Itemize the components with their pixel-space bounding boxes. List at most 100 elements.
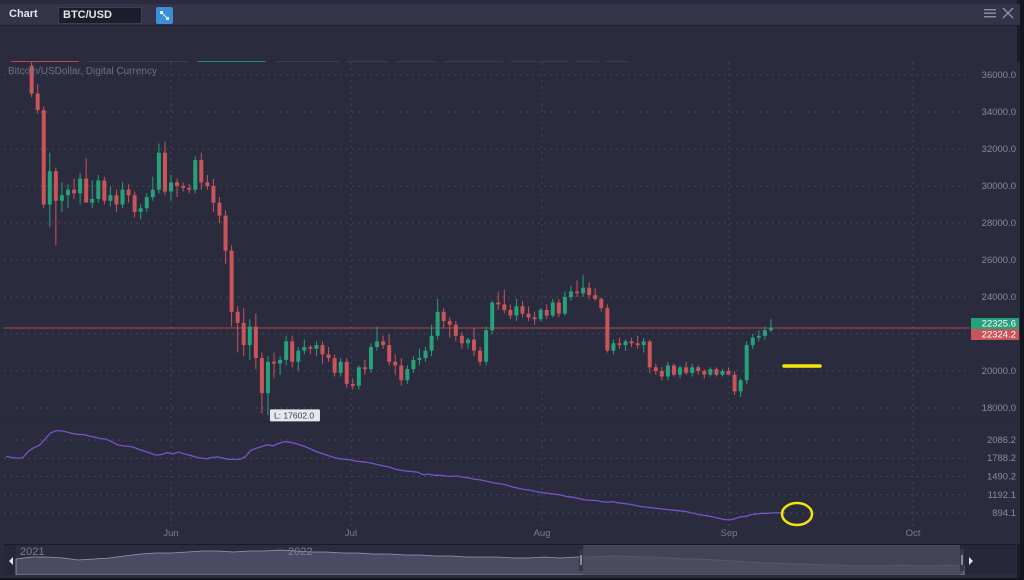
candle-body <box>435 311 440 336</box>
candle-body <box>756 335 761 338</box>
price-chart[interactable]: L: 17602.0 36000.0 34000.0 32000.0 30000.0 2… <box>4 60 1020 544</box>
candle-body <box>641 341 646 346</box>
candle-body <box>447 321 452 325</box>
candle-body <box>144 197 149 209</box>
candle-body <box>575 291 580 294</box>
candle-body <box>393 361 398 366</box>
candle-body <box>744 345 749 381</box>
candle-body <box>768 327 773 331</box>
arrow-right-icon[interactable] <box>969 557 973 565</box>
ask-price-label: 22325.6 <box>971 317 1019 329</box>
indicator-tick-label: 1490.2 <box>987 471 1016 482</box>
bid-price-label: 22324.2 <box>971 328 1019 340</box>
candle-body <box>502 304 507 310</box>
candle <box>102 176 107 205</box>
candle-body <box>429 335 434 351</box>
candle-body <box>544 309 549 316</box>
y-tick-label: 26000.0 <box>982 255 1016 266</box>
symbol-input[interactable]: BTC/USD <box>58 7 142 24</box>
indicator-tick-label: 2086.2 <box>987 435 1016 446</box>
candle-body <box>678 367 683 375</box>
candle-body <box>265 361 270 394</box>
candle-body <box>223 215 228 251</box>
candle-body <box>593 295 598 299</box>
candle-body <box>617 343 622 346</box>
candle-body <box>708 369 713 375</box>
candle-body <box>702 371 707 375</box>
candle-body <box>726 371 731 375</box>
candle-body <box>47 171 52 205</box>
candle-body <box>332 358 337 373</box>
candle-body <box>241 322 246 346</box>
candle-body <box>732 374 737 392</box>
candle-body <box>562 297 567 314</box>
candle-body <box>526 313 531 318</box>
candle-body <box>587 287 592 296</box>
candle-body <box>368 346 373 370</box>
hamburger-icon[interactable] <box>984 6 996 22</box>
navigator-window[interactable] <box>583 545 960 575</box>
candle-body <box>599 298 604 309</box>
candle-body <box>187 187 192 190</box>
candle-body <box>472 339 476 351</box>
candle-body <box>253 326 258 359</box>
indicator-tick-label: 894.1 <box>992 508 1016 519</box>
candle-body <box>320 345 325 355</box>
title-bar: Chart BTC/USD <box>0 4 1020 26</box>
candle-body <box>108 195 113 201</box>
candle-body <box>671 365 676 375</box>
candle-body <box>90 198 95 203</box>
candle-body <box>375 341 380 347</box>
candle-body <box>659 371 664 377</box>
candle-body <box>581 287 586 294</box>
candle-body <box>478 350 483 362</box>
indicator-tick-label: 1788.2 <box>987 453 1016 464</box>
candle-body <box>132 195 137 212</box>
candle-body <box>356 367 361 386</box>
candle-body <box>696 367 701 371</box>
x-tick-label: Oct <box>906 528 921 539</box>
candle-body <box>514 306 519 316</box>
candle-body <box>720 371 725 375</box>
candle-body <box>465 339 470 344</box>
candle-body <box>550 302 555 316</box>
candle-body <box>272 361 277 364</box>
navigator[interactable]: 2021 2022 <box>4 544 1016 576</box>
candle-body <box>229 250 234 312</box>
candle-body <box>211 186 216 203</box>
toolbar: Sell 22,324.2 0.001 22,325.6 Buy 1d <box>0 27 1020 82</box>
candle-body <box>302 346 307 351</box>
chart-area[interactable]: L: 17602.0 36000.0 34000.0 32000.0 30000.0 2… <box>4 60 1020 544</box>
close-icon[interactable] <box>1002 6 1014 22</box>
candle-body <box>453 324 458 336</box>
candle-body <box>653 367 658 371</box>
candle-body <box>338 361 343 373</box>
candle-body <box>138 208 143 212</box>
candle-body <box>65 189 70 196</box>
y-tick-label: 32000.0 <box>982 144 1016 155</box>
candle-body <box>217 202 222 216</box>
candle-body <box>605 308 610 351</box>
link-icon[interactable] <box>156 7 173 24</box>
candle-body <box>611 343 616 351</box>
candle-body <box>459 335 464 344</box>
year-label-2022: 2022 <box>288 546 312 558</box>
y-tick-label: 34000.0 <box>982 107 1016 118</box>
candle-body <box>635 343 640 346</box>
candle-body <box>247 326 252 346</box>
candle-body <box>84 178 89 203</box>
candle <box>193 156 198 194</box>
candle-body <box>278 359 283 364</box>
low-price-label: L: 17602.0 <box>269 409 320 422</box>
candle-body <box>520 306 525 314</box>
candle-body <box>181 186 186 188</box>
candle-body <box>423 350 428 359</box>
chart-window: Chart BTC/USD Sell 22,324.2 0.001 22,325… <box>0 0 1020 578</box>
y-tick-label: 18000.0 <box>982 403 1016 414</box>
candle-body <box>508 309 513 316</box>
candle-body <box>344 361 349 384</box>
candle-body <box>411 359 416 370</box>
candle-body <box>169 182 173 192</box>
candle-body <box>381 341 386 346</box>
candle-body <box>490 302 495 331</box>
